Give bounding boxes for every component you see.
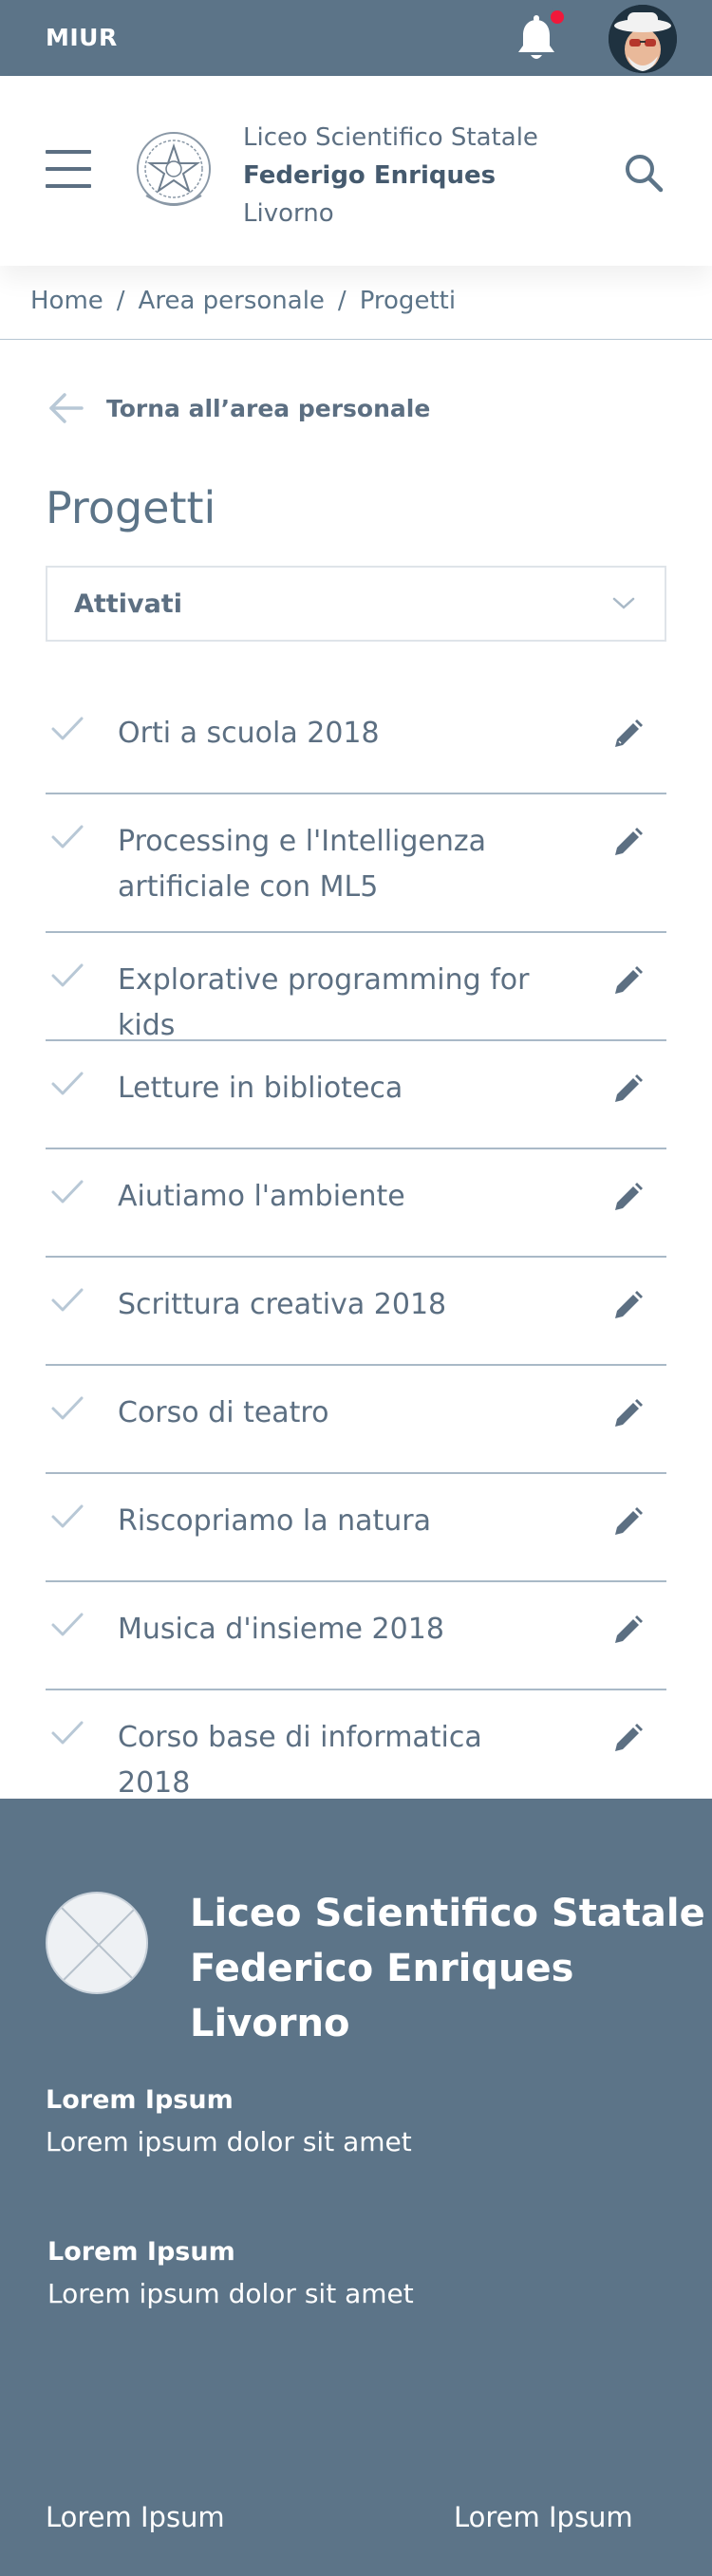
breadcrumb-separator: / bbox=[337, 287, 347, 315]
footer-block: Lorem Ipsum Lorem ipsum dolor sit amet bbox=[46, 2080, 412, 2163]
pencil-icon[interactable] bbox=[611, 1615, 644, 1647]
page-title: Progetti bbox=[46, 482, 216, 533]
project-name: Riscopriamo la natura bbox=[118, 1504, 432, 1538]
footer-block-heading: Lorem Ipsum bbox=[47, 2237, 235, 2267]
project-list: Orti a scuola 2018 Processing e l'Intell… bbox=[46, 686, 666, 1800]
check-icon bbox=[51, 963, 84, 987]
pencil-icon[interactable] bbox=[611, 1290, 644, 1322]
project-item[interactable]: Corso base di informatica 2018 bbox=[46, 1690, 666, 1800]
check-icon bbox=[51, 1721, 84, 1745]
check-icon bbox=[51, 717, 84, 740]
footer-school-name: Liceo Scientifico Statale Federico Enriq… bbox=[190, 1886, 705, 2051]
site-footer: Liceo Scientifico Statale Federico Enriq… bbox=[0, 1799, 712, 2576]
project-item[interactable]: Musica d'insieme 2018 bbox=[46, 1582, 666, 1690]
footer-link[interactable]: Lorem Ipsum bbox=[454, 2501, 633, 2533]
status-filter-value: Attivati bbox=[74, 588, 182, 619]
project-item[interactable]: Letture in biblioteca bbox=[46, 1041, 666, 1149]
project-name: Explorative programming for kids bbox=[118, 963, 530, 1042]
check-icon bbox=[51, 1288, 84, 1312]
breadcrumb-progetti: Progetti bbox=[359, 287, 457, 315]
site-header: Liceo Scientifico Statale Federigo Enriq… bbox=[0, 76, 712, 266]
project-item[interactable]: Processing e l'Intelligenza artificiale … bbox=[46, 794, 666, 933]
breadcrumb-separator: / bbox=[116, 287, 125, 315]
notification-dot bbox=[548, 8, 567, 27]
breadcrumb-home[interactable]: Home bbox=[30, 287, 103, 315]
project-name: Corso di teatro bbox=[118, 1396, 329, 1429]
hamburger-icon[interactable] bbox=[46, 150, 91, 188]
breadcrumb: Home / Area personale / Progetti bbox=[30, 287, 456, 315]
pencil-icon[interactable] bbox=[611, 1073, 644, 1106]
project-name: Aiutiamo l'ambiente bbox=[118, 1180, 405, 1213]
pencil-icon[interactable] bbox=[611, 1723, 644, 1755]
footer-block-text: Lorem ipsum dolor sit amet bbox=[46, 2126, 412, 2157]
pencil-icon[interactable] bbox=[611, 1506, 644, 1539]
school-line-2: Federigo Enriques bbox=[243, 161, 497, 190]
breadcrumb-divider bbox=[0, 339, 712, 340]
footer-title-line-2: Federico Enriques bbox=[190, 1947, 574, 1990]
pencil-icon[interactable] bbox=[611, 827, 644, 859]
project-item[interactable]: Orti a scuola 2018 bbox=[46, 686, 666, 794]
logo-placeholder bbox=[46, 1892, 148, 1994]
back-link-label: Torna all’area personale bbox=[106, 394, 431, 422]
pencil-icon[interactable] bbox=[611, 965, 644, 998]
brand-label[interactable]: MIUR bbox=[46, 24, 118, 51]
emblem-logo bbox=[137, 132, 211, 206]
school-line-1: Liceo Scientifico Statale bbox=[243, 123, 538, 152]
project-item[interactable]: Explorative programming for kids bbox=[46, 933, 666, 1042]
footer-block-heading: Lorem Ipsum bbox=[46, 2085, 234, 2115]
project-item[interactable]: Corso di teatro bbox=[46, 1366, 666, 1474]
check-icon bbox=[51, 1180, 84, 1204]
footer-title-line-3: Livorno bbox=[190, 2002, 350, 2045]
footer-title-line-1: Liceo Scientifico Statale bbox=[190, 1892, 705, 1935]
avatar[interactable] bbox=[609, 5, 677, 73]
check-icon bbox=[51, 825, 84, 849]
footer-link[interactable]: Lorem Ipsum bbox=[46, 2501, 225, 2533]
status-filter-select[interactable]: Attivati bbox=[46, 566, 666, 642]
project-name: Musica d'insieme 2018 bbox=[118, 1613, 444, 1646]
pencil-icon[interactable] bbox=[611, 719, 644, 751]
project-item[interactable]: Riscopriamo la natura bbox=[46, 1474, 666, 1582]
project-name: Scrittura creativa 2018 bbox=[118, 1288, 447, 1321]
top-bar: MIUR bbox=[0, 0, 712, 76]
project-item[interactable]: Scrittura creativa 2018 bbox=[46, 1258, 666, 1366]
back-link[interactable]: Torna all’area personale bbox=[47, 389, 430, 427]
footer-block: Lorem Ipsum Lorem ipsum dolor sit amet bbox=[47, 2231, 414, 2315]
project-name: Orti a scuola 2018 bbox=[118, 717, 380, 750]
project-name: Corso base di informatica 2018 bbox=[118, 1721, 482, 1800]
pencil-icon[interactable] bbox=[611, 1182, 644, 1214]
pencil-icon[interactable] bbox=[611, 1398, 644, 1430]
search-icon[interactable] bbox=[623, 152, 665, 194]
breadcrumb-area-personale[interactable]: Area personale bbox=[139, 287, 325, 315]
check-icon bbox=[51, 1072, 84, 1095]
school-line-3: Livorno bbox=[243, 199, 334, 228]
project-name: Letture in biblioteca bbox=[118, 1072, 403, 1105]
check-icon bbox=[51, 1504, 84, 1528]
project-item[interactable]: Aiutiamo l'ambiente bbox=[46, 1149, 666, 1258]
school-name[interactable]: Liceo Scientifico Statale Federigo Enriq… bbox=[243, 119, 538, 233]
arrow-left-icon bbox=[49, 393, 84, 423]
chevron-down-icon bbox=[612, 597, 635, 609]
project-name: Processing e l'Intelligenza artificiale … bbox=[118, 825, 487, 904]
footer-block-text: Lorem ipsum dolor sit amet bbox=[47, 2278, 414, 2309]
check-icon bbox=[51, 1396, 84, 1420]
check-icon bbox=[51, 1613, 84, 1636]
